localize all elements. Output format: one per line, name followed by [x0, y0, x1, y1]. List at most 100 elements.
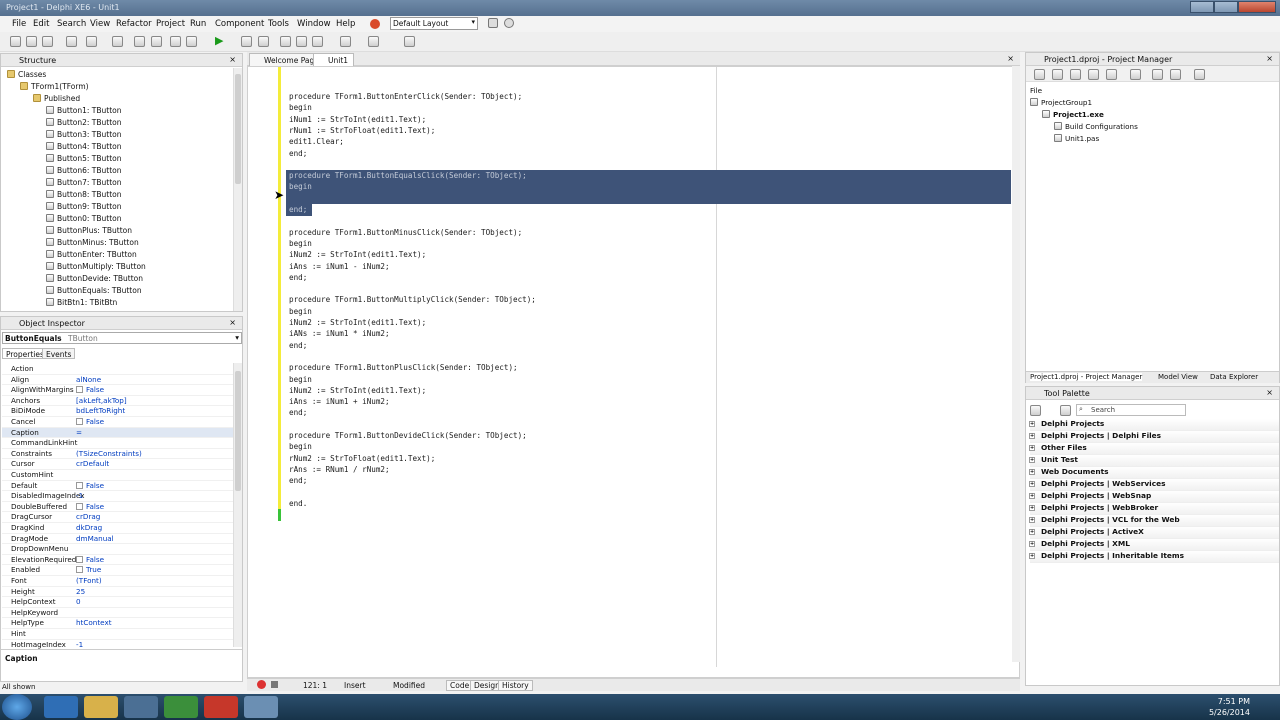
close-icon[interactable]: × [1266, 54, 1273, 63]
expand-icon[interactable]: + [1029, 493, 1035, 499]
save-all-icon[interactable] [134, 36, 145, 47]
structure-item[interactable]: Button8: TButton [46, 189, 122, 201]
palette-category[interactable]: + Delphi Projects [1029, 419, 1279, 431]
delphi-icon[interactable] [204, 696, 238, 718]
tab-project-manager[interactable]: Project1.dproj - Project Manager [1030, 373, 1143, 381]
menu-help[interactable]: Help [336, 19, 355, 29]
property-row[interactable]: CommandLinkHint [2, 438, 233, 449]
property-row[interactable]: HelpKeyword [2, 608, 233, 619]
scrollbar-thumb[interactable] [235, 74, 241, 184]
property-value[interactable]: dmManual [76, 534, 114, 543]
menu-project[interactable]: Project [156, 19, 185, 29]
menu-search[interactable]: Search [57, 19, 86, 29]
property-row[interactable]: Cursor crDefault [2, 459, 233, 470]
property-row[interactable]: Cancel False [2, 417, 233, 428]
menu-refactor[interactable]: Refactor [116, 19, 152, 29]
categories-icon[interactable] [1030, 405, 1041, 416]
project-tree-item[interactable]: Unit1.pas [1054, 134, 1099, 145]
structure-item[interactable]: Button3: TButton [46, 129, 122, 141]
structure-item[interactable]: Button9: TButton [46, 201, 122, 213]
layout-selector[interactable]: Default Layout ▾ [390, 17, 478, 30]
palette-category[interactable]: + Unit Test [1029, 455, 1279, 467]
code-line[interactable]: iAns := iNum1 - iNum2; [289, 261, 390, 272]
code-line[interactable]: iNum2 := StrToInt(edit1.Text); [289, 249, 426, 260]
stop-macro-icon[interactable] [271, 681, 278, 688]
filter-icon[interactable] [1060, 405, 1071, 416]
property-row[interactable]: DoubleBuffered False [2, 502, 233, 513]
code-line[interactable]: begin [289, 374, 312, 385]
code-line[interactable]: end; [289, 407, 307, 418]
activate-icon[interactable] [1034, 69, 1045, 80]
expand-icon[interactable]: + [1029, 469, 1035, 475]
expand-icon[interactable]: + [1029, 541, 1035, 547]
property-row[interactable]: Anchors [akLeft,akTop] [2, 396, 233, 407]
structure-item[interactable]: Button0: TButton [46, 213, 122, 225]
menu-window[interactable]: Window [297, 19, 331, 29]
project-tree-item[interactable]: Build Configurations [1054, 122, 1138, 133]
chrome-icon[interactable] [164, 696, 198, 718]
property-value[interactable]: dkDrag [76, 523, 102, 532]
code-line[interactable]: end; [289, 148, 307, 159]
structure-item[interactable]: ButtonMultiply: TButton [46, 261, 146, 273]
palette-search-input[interactable]: ⌕ Search [1076, 404, 1186, 416]
property-row[interactable]: HelpType htContext [2, 618, 233, 629]
explorer-icon[interactable] [84, 696, 118, 718]
minimize-button[interactable] [1190, 1, 1214, 13]
property-value[interactable]: 25 [76, 587, 85, 596]
checkbox-icon[interactable] [76, 386, 83, 394]
tab-data-explorer[interactable]: Data Explorer [1210, 373, 1258, 381]
property-value[interactable]: crDefault [76, 459, 109, 468]
run-icon[interactable]: ▶ [215, 34, 226, 47]
structure-item[interactable]: Published [33, 93, 80, 105]
property-value[interactable]: = [76, 428, 82, 437]
new-items-icon[interactable] [26, 36, 37, 47]
code-line[interactable]: begin [289, 102, 312, 113]
expand-icon[interactable]: + [1029, 421, 1035, 427]
navigate-back-icon[interactable] [340, 36, 351, 47]
code-line[interactable]: iANs := iNum1 * iNum2; [289, 328, 390, 339]
code-line[interactable]: rNum1 := StrToFloat(edit1.Text); [289, 125, 435, 136]
code-line[interactable]: edit1.Clear; [289, 136, 344, 147]
project-options-icon[interactable] [186, 36, 197, 47]
property-row[interactable]: AlignWithMargins False [2, 385, 233, 396]
expand-icon[interactable]: + [1029, 553, 1035, 559]
open-project-icon[interactable] [86, 36, 97, 47]
structure-item[interactable]: TForm1(TForm) [20, 81, 89, 93]
tab-events[interactable]: Events [42, 348, 76, 359]
palette-category[interactable]: + Delphi Projects | WebBroker [1029, 503, 1279, 515]
structure-item[interactable]: Button5: TButton [46, 153, 122, 165]
menu-component[interactable]: Component [215, 19, 264, 29]
code-line[interactable]: procedure TForm1.ButtonMultiplyClick(Sen… [289, 294, 536, 305]
collapse-icon[interactable] [1170, 69, 1181, 80]
code-line[interactable]: end; [289, 272, 307, 283]
tab-history[interactable]: History [498, 680, 533, 691]
palette-category[interactable]: + Delphi Projects | WebSnap [1029, 491, 1279, 503]
property-row[interactable]: Font (TFont) [2, 576, 233, 587]
code-line[interactable]: procedure TForm1.ButtonPlusClick(Sender:… [289, 362, 518, 373]
expand-icon[interactable]: + [1029, 505, 1035, 511]
checkbox-icon[interactable] [76, 502, 83, 510]
tab-unit1[interactable]: Unit1 [313, 53, 355, 66]
property-row[interactable]: Height 25 [2, 587, 233, 598]
media-icon[interactable] [124, 696, 158, 718]
property-value[interactable]: (TSizeConstraints) [76, 449, 142, 458]
save-layout-icon[interactable] [488, 18, 498, 28]
code-line[interactable]: end. [289, 498, 307, 509]
code-line[interactable]: iNum1 := StrToInt(edit1.Text); [289, 114, 426, 125]
property-row[interactable]: Enabled True [2, 565, 233, 576]
step-over-icon[interactable] [280, 36, 291, 47]
remove-icon[interactable] [1106, 69, 1117, 80]
property-value[interactable]: htContext [76, 618, 112, 627]
property-row[interactable]: CustomHint [2, 470, 233, 481]
close-icon[interactable]: × [229, 318, 236, 327]
structure-item[interactable]: ButtonMinus: TButton [46, 237, 139, 249]
property-row[interactable]: DragKind dkDrag [2, 523, 233, 534]
tray-clock[interactable]: 7:51 PM 5/26/2014 [1209, 696, 1250, 718]
expand-icon[interactable] [1152, 69, 1163, 80]
structure-item[interactable]: BitBtn1: TBitBtn [46, 297, 117, 309]
view-icon[interactable] [1194, 69, 1205, 80]
help-icon[interactable] [404, 36, 415, 47]
checkbox-icon[interactable] [76, 566, 83, 574]
property-value[interactable]: (TFont) [76, 576, 102, 585]
code-line[interactable]: procedure TForm1.ButtonDevideClick(Sende… [289, 430, 527, 441]
